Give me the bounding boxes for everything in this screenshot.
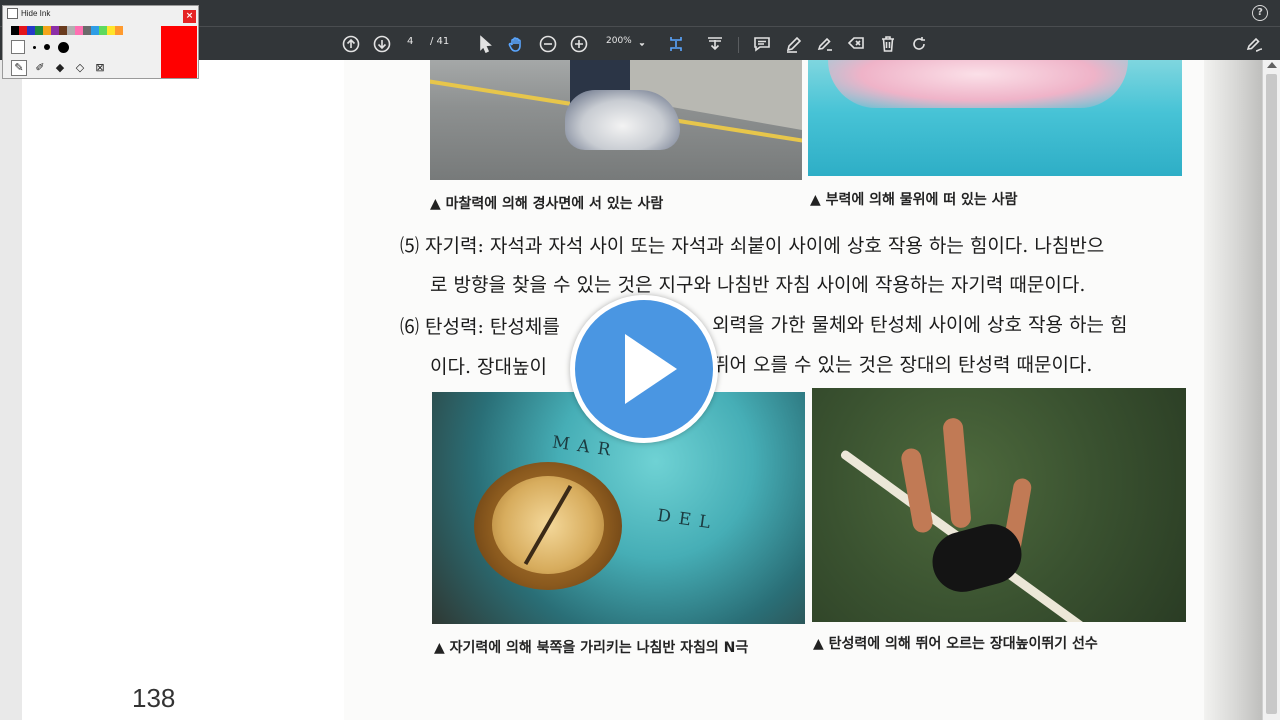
fit-page-icon[interactable] xyxy=(664,33,690,55)
ink-panel: Hide Ink × ✎ ✐ ◆ ◇ ⊠ xyxy=(2,5,199,79)
hide-ink-label: Hide Ink xyxy=(21,9,51,18)
friction-photo xyxy=(430,60,802,180)
athlete-leg xyxy=(942,417,972,529)
pdf-viewer: ? 4 / 41 200% 138 ▲ 마찰력에 의해 경사면에 서 있는 사람… xyxy=(0,0,1280,720)
paragraph-6-line-2b: 뛰어 오를 수 있는 것은 장대의 탄성력 때문이다. xyxy=(712,354,1093,376)
zoom-in-icon[interactable] xyxy=(569,33,589,55)
scroll-up-arrow-icon[interactable] xyxy=(1267,62,1277,68)
pen-size-tiny[interactable] xyxy=(11,40,25,54)
toolbar-separator xyxy=(738,37,739,53)
page-number-label: 138 xyxy=(132,683,176,713)
zoom-level[interactable]: 200% xyxy=(606,36,632,46)
eraser-tool-icon[interactable]: ◇ xyxy=(73,61,87,75)
pen-size-medium[interactable] xyxy=(44,44,50,50)
select-pointer-icon[interactable] xyxy=(475,33,495,55)
color-swatch[interactable] xyxy=(99,26,107,35)
video-play-button[interactable] xyxy=(570,295,718,443)
zoom-out-icon[interactable] xyxy=(538,33,558,55)
help-icon[interactable]: ? xyxy=(1252,5,1268,21)
color-swatch[interactable] xyxy=(91,26,99,35)
zoom-dropdown-chevron-icon[interactable] xyxy=(636,33,648,55)
comment-icon[interactable] xyxy=(752,33,772,55)
pen-icon[interactable] xyxy=(784,33,804,55)
pencil-tool-icon[interactable]: ✎ xyxy=(11,60,27,76)
previous-page-icon[interactable] xyxy=(341,33,361,55)
color-palette xyxy=(11,26,123,35)
page-margin xyxy=(0,60,22,720)
ink-tool-row: ✎ ✐ ◆ ◇ ⊠ xyxy=(11,60,107,76)
caption-magnetic: ▲ 자기력에 의해 북쪽을 가리키는 나침반 자침의 N극 xyxy=(434,640,749,656)
caption-elastic: ▲ 탄성력에 의해 뛰어 오르는 장대높이뛰기 선수 xyxy=(813,636,1098,652)
left-page: 138 xyxy=(22,60,345,720)
active-color-swatch[interactable] xyxy=(161,26,197,78)
sneaker xyxy=(565,90,680,150)
pen-size-large[interactable] xyxy=(58,41,69,53)
page-gutter-shadow xyxy=(1204,60,1262,720)
paragraph-6-line-1a: ⑹ 탄성력: 탄성체를 xyxy=(400,316,560,338)
paragraph-5-line-2: 로 방향을 찾을 수 있는 것은 지구와 나침반 자침 사이에 작용하는 자기력… xyxy=(430,274,1086,296)
pen-tool-icon[interactable]: ✐ xyxy=(33,61,47,75)
color-swatch[interactable] xyxy=(107,26,115,35)
page-number-input[interactable]: 4 xyxy=(407,36,413,47)
color-swatch[interactable] xyxy=(19,26,27,35)
color-swatch[interactable] xyxy=(11,26,19,35)
next-page-icon[interactable] xyxy=(372,33,392,55)
fill-sign-icon[interactable] xyxy=(1244,33,1266,55)
download-icon[interactable] xyxy=(704,33,726,55)
color-swatch[interactable] xyxy=(27,26,35,35)
rotate-icon[interactable] xyxy=(909,33,929,55)
map-label: MAR xyxy=(550,432,620,462)
clear-ink-icon[interactable]: ⊠ xyxy=(93,61,107,75)
erase-tool-icon[interactable] xyxy=(846,33,866,55)
color-swatch[interactable] xyxy=(59,26,67,35)
color-swatch[interactable] xyxy=(43,26,51,35)
map-label: DEL xyxy=(655,505,720,535)
caption-buoyancy: ▲ 부력에 의해 물위에 떠 있는 사람 xyxy=(810,192,1018,208)
caption-friction: ▲ 마찰력에 의해 경사면에 서 있는 사람 xyxy=(430,196,664,212)
paragraph-5-line-1: ⑸ 자기력: 자석과 자석 사이 또는 자석과 쇠붙이 사이에 상호 작용 하는… xyxy=(400,235,1105,257)
color-swatch[interactable] xyxy=(67,26,75,35)
color-swatch[interactable] xyxy=(75,26,83,35)
ink-close-button[interactable]: × xyxy=(183,10,196,23)
hide-ink-checkbox[interactable] xyxy=(7,8,18,19)
page-total: / 41 xyxy=(430,36,450,47)
delete-icon[interactable] xyxy=(878,33,898,55)
hide-ink-toggle[interactable]: Hide Ink xyxy=(3,6,161,21)
color-swatch[interactable] xyxy=(115,26,123,35)
athlete-leg xyxy=(899,446,935,535)
scroll-thumb[interactable] xyxy=(1266,74,1277,714)
highlighter-tool-icon[interactable]: ◆ xyxy=(53,61,67,75)
buoyancy-photo xyxy=(808,60,1182,176)
hand-tool-icon[interactable] xyxy=(506,33,526,55)
color-swatch[interactable] xyxy=(35,26,43,35)
pole-vault-photo xyxy=(812,388,1186,622)
vertical-scrollbar[interactable] xyxy=(1262,60,1280,720)
paragraph-6-line-1b: . 외력을 가한 물체와 탄성체 사이에 상호 작용 하는 힘 xyxy=(700,314,1128,336)
color-swatch[interactable] xyxy=(51,26,59,35)
signature-icon[interactable] xyxy=(815,33,835,55)
paragraph-6-line-2a: 이다. 장대높이 xyxy=(430,356,547,378)
swim-float xyxy=(828,60,1128,108)
play-icon xyxy=(625,334,677,404)
pen-size-small[interactable] xyxy=(33,45,36,49)
pen-size-row xyxy=(11,40,69,54)
color-swatch[interactable] xyxy=(83,26,91,35)
